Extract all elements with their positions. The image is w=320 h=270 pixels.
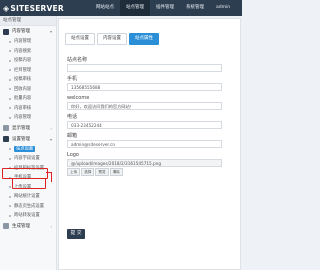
sidebar-item[interactable]: 静态页生成设置	[0, 202, 56, 212]
chevron-left-icon: ‹	[50, 125, 52, 131]
logo-text: SITESERVER	[10, 3, 64, 13]
sidebar-group-label: 生成管理	[12, 223, 30, 229]
bullet-icon	[9, 148, 11, 151]
email-field[interactable]: admin@siteserver.cn	[67, 140, 222, 148]
site-name-field[interactable]	[67, 64, 222, 72]
bullet-icon	[9, 50, 11, 53]
site-attributes-form: 站点名称 手机 13568555688 welcome 你好，欢迎访问我们的官方…	[67, 57, 237, 176]
sidebar-item[interactable]: 内容审核	[0, 104, 56, 114]
sidebar-item[interactable]: 内容管理	[0, 37, 56, 47]
top-nav-user[interactable]: admin	[210, 0, 236, 16]
bullet-icon	[9, 40, 11, 43]
email-label: 邮箱	[67, 133, 78, 139]
clear-button[interactable]: 清除	[109, 168, 123, 176]
bullet-icon	[9, 88, 11, 91]
logo[interactable]: ◈ SITESERVER	[3, 2, 64, 14]
bullet-icon	[9, 157, 11, 160]
tab-content-settings[interactable]: 内容设置	[97, 33, 127, 45]
site-name-label: 站点名称	[67, 57, 88, 63]
sidebar-item[interactable]: 投稿内容	[0, 56, 56, 66]
logo-label: Logo	[67, 152, 79, 158]
top-bar: ◈ SITESERVER 网站站点 站点管理 插件管理 系统管理 admin	[0, 0, 242, 16]
bullet-icon	[9, 107, 11, 110]
logo-actions: 上传 选择 预览 清除	[67, 168, 237, 176]
top-nav: 网站站点 站点管理 插件管理 系统管理 admin	[90, 0, 236, 16]
sidebar-item[interactable]: 内容搜索	[0, 47, 56, 57]
bullet-icon	[9, 205, 11, 208]
phone-label: 手机	[67, 76, 78, 82]
sidebar-item[interactable]: 内容管理	[0, 113, 56, 123]
select-button[interactable]: 选择	[81, 168, 95, 176]
bullet-icon	[9, 214, 11, 217]
sidebar-item[interactable]: 投稿审核	[0, 75, 56, 85]
top-nav-sites[interactable]: 网站站点	[90, 0, 120, 16]
sidebar: 站点管理 内容管理 ▾ 内容管理 内容搜索 投稿内容 栏目管理 投稿审核 回收内…	[0, 16, 57, 270]
refresh-icon	[3, 223, 9, 229]
folder-icon	[3, 28, 9, 35]
sidebar-group-display[interactable]: 显示管理 ‹	[0, 123, 56, 134]
tel-label: 电话	[67, 114, 78, 120]
sidebar-group-generate[interactable]: 生成管理 ‹	[0, 221, 56, 232]
bullet-icon	[9, 116, 11, 119]
tab-bar: 站点设置 内容设置 站点属性	[65, 33, 161, 45]
main-panel: 站点设置 内容设置 站点属性 站点名称 手机 13568555688 welco…	[58, 18, 241, 270]
sidebar-item[interactable]: 跨站转发设置	[0, 211, 56, 221]
chevron-down-icon: ▾	[49, 136, 52, 142]
sidebar-item[interactable]: 批量内容	[0, 94, 56, 104]
welcome-label: welcome	[67, 95, 90, 101]
chevron-down-icon: ▾	[49, 29, 52, 34]
sidebar-group-label: 显示管理	[12, 125, 30, 131]
sidebar-group-content[interactable]: 内容管理 ▾	[0, 26, 56, 37]
preview-button[interactable]: 预览	[95, 168, 109, 176]
chevron-left-icon: ‹	[50, 223, 52, 229]
bullet-icon	[9, 59, 11, 62]
bullet-icon	[9, 195, 11, 198]
bullet-icon	[9, 69, 11, 72]
highlight-site-settings	[12, 178, 46, 189]
tab-site-attributes[interactable]: 站点属性	[129, 33, 159, 45]
top-nav-system[interactable]: 系统管理	[180, 0, 210, 16]
gear-icon	[3, 136, 9, 142]
top-nav-site-manage[interactable]: 站点管理	[120, 0, 150, 16]
welcome-field[interactable]: 你好，欢迎访问我们的官方网站！	[67, 102, 222, 110]
sidebar-item-site-settings[interactable]: 站点设置	[0, 145, 56, 155]
sidebar-item[interactable]: 栏目管理	[0, 66, 56, 76]
annotation-line	[51, 172, 52, 182]
sidebar-group-label: 内容管理	[12, 29, 30, 34]
top-nav-plugins[interactable]: 插件管理	[150, 0, 180, 16]
submit-button[interactable]: 提 交	[67, 229, 85, 239]
upload-button[interactable]: 上传	[67, 168, 81, 176]
siteserver-logo-icon: ◈	[3, 3, 10, 13]
sidebar-item[interactable]: 网站统计设置	[0, 192, 56, 202]
logo-path-field[interactable]: @/upload/images/2018/2/3161545715.png	[67, 159, 222, 167]
monitor-icon	[3, 125, 9, 131]
bullet-icon	[9, 97, 11, 100]
sidebar-header: 站点管理	[0, 16, 56, 26]
bullet-icon	[9, 78, 11, 81]
sidebar-group-label: 设置管理	[12, 136, 30, 142]
tel-field[interactable]: 033-23452244	[67, 121, 222, 129]
tab-site-settings[interactable]: 站点设置	[65, 33, 95, 45]
sidebar-group-settings[interactable]: 设置管理 ▾	[0, 134, 56, 145]
bullet-icon	[9, 186, 11, 189]
sidebar-item[interactable]: 内容字段设置	[0, 154, 56, 164]
sidebar-item[interactable]: 回收内容	[0, 85, 56, 95]
phone-field[interactable]: 13568555688	[67, 83, 222, 91]
